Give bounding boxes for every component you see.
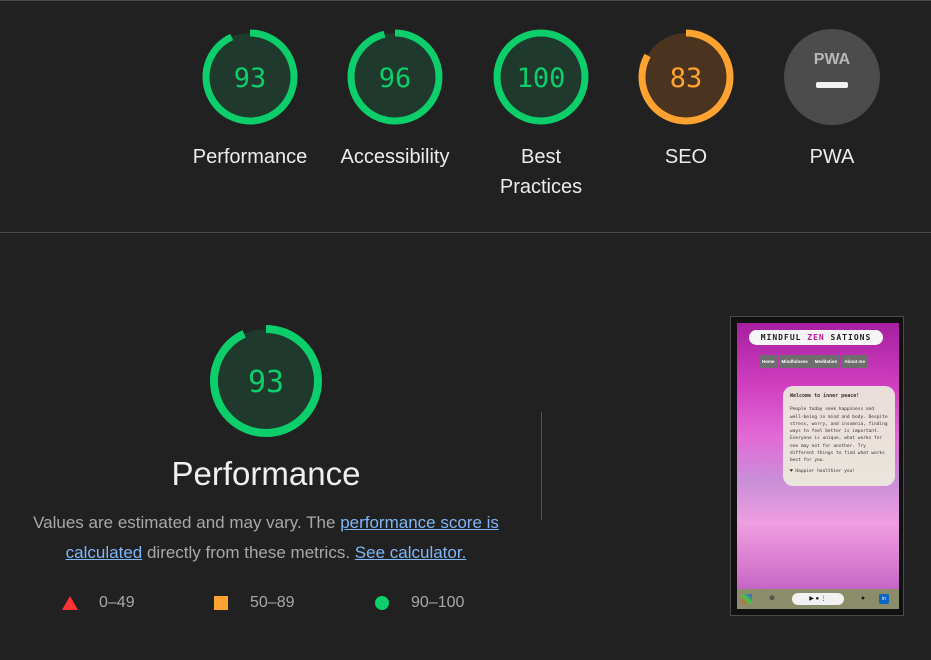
site-welcome-card: Welcome to inner peace! People today see… [783,386,895,486]
description-text-1: Values are estimated and may vary. The [33,513,341,532]
site-nav-item-about: About me [841,355,869,368]
site-logo-part2: SATIONS [830,333,872,342]
main-performance-title: Performance [171,455,361,492]
colorful-app-icon [742,594,752,604]
site-logo: MINDFUL ZEN SATIONS [749,330,883,345]
top-border [0,0,931,1]
accessibility-gauge-ring: 96 [347,29,443,125]
square-icon [214,596,228,610]
pwa-badge-icon: PWA [784,29,880,125]
best-practices-label-line2: Practices [499,176,583,198]
section-divider [0,232,931,233]
linkedin-icon: in [879,594,889,604]
pwa-label: PWA [809,146,855,168]
triangle-icon [62,596,78,610]
seo-label: SEO [664,146,708,168]
site-logo-zen: ZEN [807,333,825,342]
site-footer-bar: ⊕ ▶ ● ⋮ ● in [737,589,899,609]
performance-score: 93 [234,63,267,94]
best-practices-score: 100 [517,63,566,94]
circle-icon [375,596,389,610]
best-practices-label: Best Practices [471,142,611,202]
gauge-performance[interactable]: 93 Performance [180,29,320,172]
legend-fail: 0–49 [62,594,135,612]
legend-average: 50–89 [214,594,295,612]
site-logo-part1: MINDFUL [760,333,808,342]
screenshot-page: MINDFUL ZEN SATIONS Home Mindfulness Med… [737,323,899,609]
accessibility-label: Accessibility [340,146,450,168]
legend-average-range: 50–89 [250,594,295,611]
seo-gauge-ring: 83 [638,29,734,125]
gauge-best-practices[interactable]: 100 Best Practices [471,29,611,202]
performance-description: Values are estimated and may vary. The p… [18,508,514,568]
main-performance-score: 93 [248,365,284,400]
gauge-pwa[interactable]: PWA PWA [762,29,902,172]
site-nav-item-home: Home [759,355,778,368]
best-practices-gauge-ring: 100 [493,29,589,125]
site-nav-item-mindfulness: Mindfulness [778,355,811,368]
site-nav-item-meditation: Meditation [811,355,841,368]
pwa-badge-text: PWA [814,51,851,68]
site-card-footer: ♥ Happier healthier you! [790,468,856,474]
seo-score: 83 [670,63,703,94]
site-card-text: People today seek happiness and well-bei… [790,407,888,464]
final-screenshot-thumbnail[interactable]: MINDFUL ZEN SATIONS Home Mindfulness Med… [730,316,904,616]
main-performance-gauge: 93 [209,324,323,443]
description-text-2: directly from these metrics. [142,543,355,562]
main-gauge-ring: 93 [210,325,322,437]
legend-pass-range: 90–100 [411,594,465,611]
site-nav: Home Mindfulness Meditation About me [759,355,869,368]
media-controls-pill: ▶ ● ⋮ [792,593,844,605]
performance-gauge-ring: 93 [202,29,298,125]
vertical-separator [541,412,542,520]
github-icon: ● [860,595,866,602]
gauge-accessibility[interactable]: 96 Accessibility [325,29,465,172]
best-practices-label-line1: Best [520,146,562,168]
site-card-heading: Welcome to inner peace! [790,393,860,399]
legend-fail-range: 0–49 [99,594,135,611]
accessibility-score: 96 [379,63,412,94]
gauge-seo[interactable]: 83 SEO [616,29,756,172]
legend-pass: 90–100 [375,594,464,612]
performance-label: Performance [192,146,308,168]
globe-icon: ⊕ [769,595,775,602]
see-calculator-link[interactable]: See calculator. [355,543,467,562]
